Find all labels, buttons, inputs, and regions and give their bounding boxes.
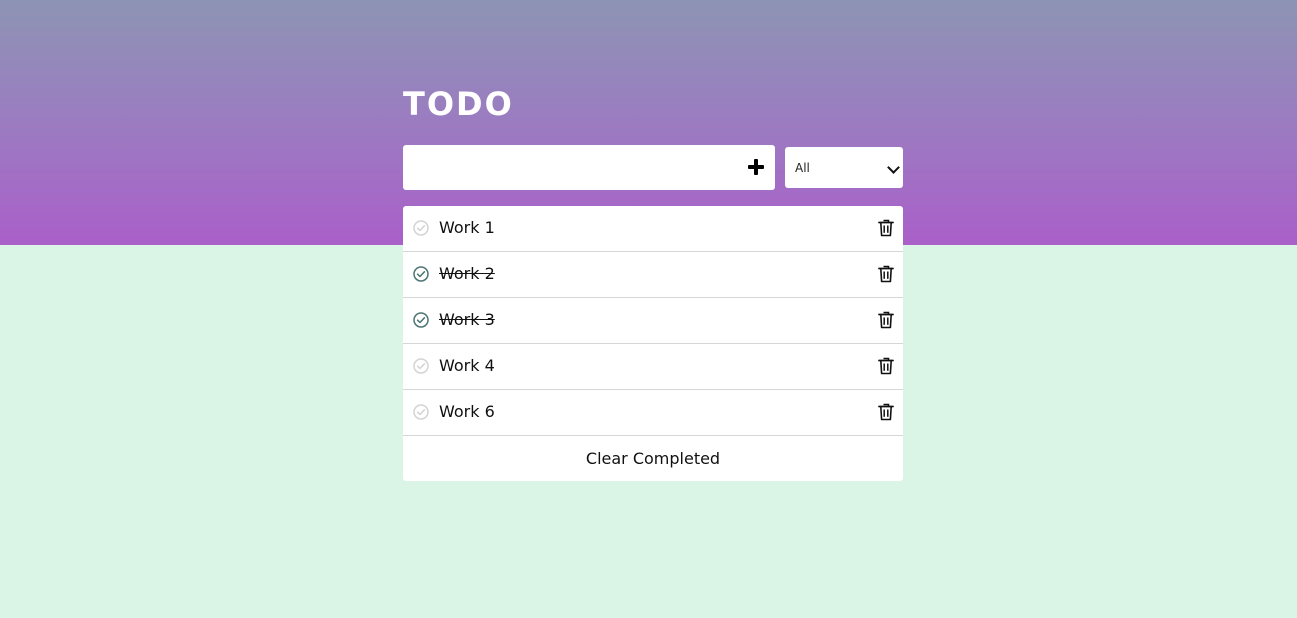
todo-item-label: Work 2 xyxy=(439,264,495,283)
filter-select[interactable]: All xyxy=(785,147,903,188)
todo-list: Work 1 Work 2 Work 3 Work 4 Work 6 Clear Com… xyxy=(403,206,903,481)
list-footer: Clear Completed xyxy=(403,436,903,481)
trash-icon[interactable] xyxy=(878,265,894,283)
todo-item: Work 1 xyxy=(403,206,903,252)
page-title: TODO xyxy=(403,85,514,123)
plus-icon[interactable] xyxy=(745,156,767,178)
check-circle-icon[interactable] xyxy=(413,358,429,374)
trash-icon[interactable] xyxy=(878,219,894,237)
todo-item: Work 2 xyxy=(403,252,903,298)
todo-item-label: Work 3 xyxy=(439,310,495,329)
trash-icon[interactable] xyxy=(878,311,894,329)
new-todo-input[interactable] xyxy=(403,145,733,190)
check-circle-icon[interactable] xyxy=(413,312,429,328)
trash-icon[interactable] xyxy=(878,403,894,421)
todo-item: Work 3 xyxy=(403,298,903,344)
todo-item-label: Work 1 xyxy=(439,218,495,237)
trash-icon[interactable] xyxy=(878,357,894,375)
check-circle-icon[interactable] xyxy=(413,404,429,420)
clear-completed-button[interactable]: Clear Completed xyxy=(403,436,903,481)
new-todo-form xyxy=(403,145,775,190)
todo-item: Work 4 xyxy=(403,344,903,390)
todo-item-label: Work 4 xyxy=(439,356,495,375)
todo-item: Work 6 xyxy=(403,390,903,436)
check-circle-icon[interactable] xyxy=(413,266,429,282)
check-circle-icon[interactable] xyxy=(413,220,429,236)
todo-item-label: Work 6 xyxy=(439,402,495,421)
